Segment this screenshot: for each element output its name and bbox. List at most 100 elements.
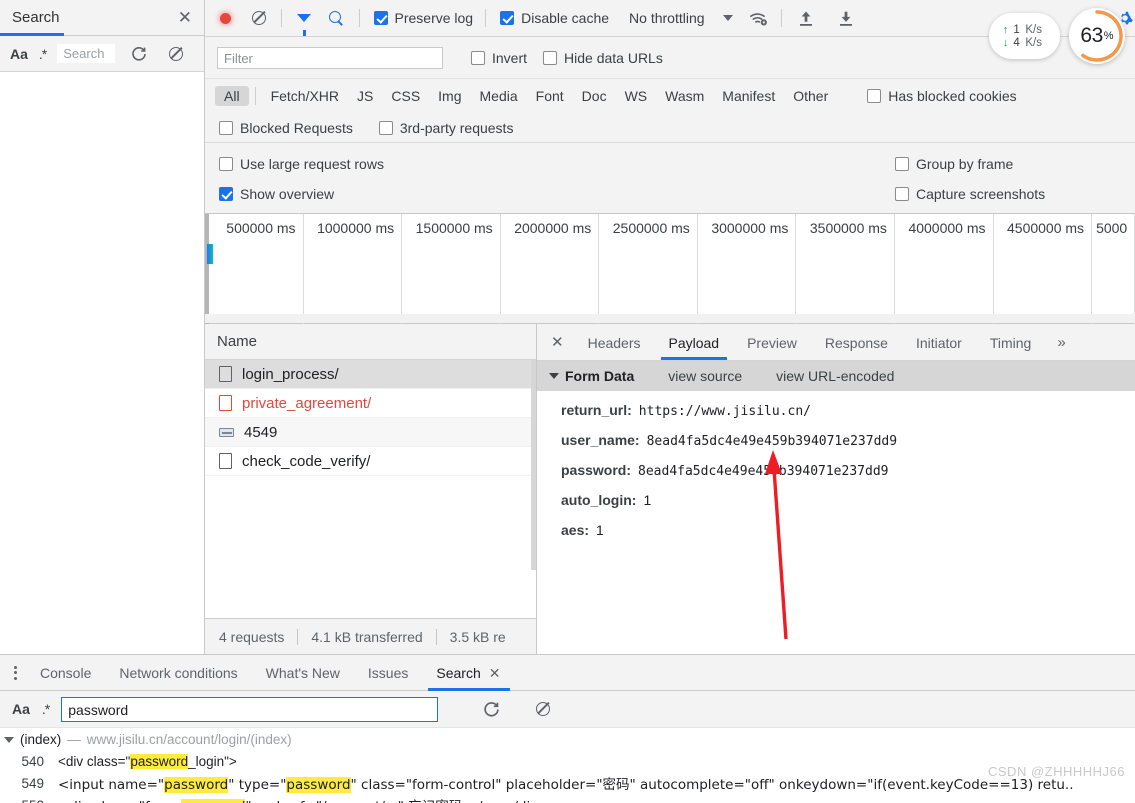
table-row[interactable]: check_code_verify/ <box>205 447 536 476</box>
table-row[interactable]: 4549 <box>205 418 536 447</box>
overview-scrollbar[interactable] <box>205 314 1135 323</box>
import-har-icon[interactable] <box>796 5 816 31</box>
capture-screenshots-box[interactable] <box>895 187 909 201</box>
type-filter-media[interactable]: Media <box>471 86 527 106</box>
hide-data-urls-box[interactable] <box>543 50 558 65</box>
search-icon[interactable] <box>326 5 346 31</box>
show-overview-box[interactable] <box>219 187 233 201</box>
wifi-gear-icon[interactable] <box>749 5 769 31</box>
tab-timing[interactable]: Timing <box>976 326 1046 359</box>
tab-network-conditions[interactable]: Network conditions <box>105 656 251 689</box>
tab-issues[interactable]: Issues <box>354 656 422 689</box>
form-field-value[interactable]: 1 <box>643 492 651 508</box>
preserve-log-box[interactable] <box>373 11 388 25</box>
match-case-icon[interactable]: Aa <box>12 701 30 717</box>
disable-cache-box[interactable] <box>500 11 515 25</box>
triangle-down-icon[interactable] <box>4 736 14 743</box>
table-row[interactable]: private_agreement/ <box>205 389 536 418</box>
search-input[interactable]: password <box>61 696 439 722</box>
type-filter-font[interactable]: Font <box>527 86 573 106</box>
regex-icon[interactable]: .* <box>42 701 50 717</box>
filter-input[interactable]: Filter <box>217 46 443 69</box>
request-list-scrollbar[interactable] <box>531 360 536 570</box>
refresh-icon[interactable] <box>478 696 504 722</box>
has-blocked-cookies-checkbox[interactable]: Has blocked cookies <box>867 88 1017 104</box>
throttling-select[interactable]: No throttling <box>629 10 704 26</box>
type-filter-manifest[interactable]: Manifest <box>713 86 784 106</box>
type-filter-fetchxhr[interactable]: Fetch/XHR <box>262 86 348 106</box>
tab-initiator[interactable]: Initiator <box>902 326 976 359</box>
tab-search[interactable]: Search ✕ <box>422 656 514 691</box>
type-filter-css[interactable]: CSS <box>382 86 429 106</box>
search-tab-label[interactable]: Search <box>12 9 60 26</box>
tab-preview[interactable]: Preview <box>733 326 811 359</box>
hide-data-urls-checkbox[interactable]: Hide data URLs <box>543 50 663 66</box>
tab-payload[interactable]: Payload <box>655 326 734 360</box>
search-input[interactable]: Search <box>57 44 116 63</box>
export-har-icon[interactable] <box>836 5 856 31</box>
third-party-requests-checkbox[interactable]: 3rd-party requests <box>378 120 513 136</box>
search-result-line[interactable]: 540 <div class="password_login"> <box>0 750 1135 772</box>
tab-console[interactable]: Console <box>26 656 105 689</box>
close-icon[interactable]: ✕ <box>178 9 192 26</box>
type-filter-other[interactable]: Other <box>784 86 837 106</box>
invert-checkbox[interactable]: Invert <box>471 50 527 66</box>
form-field-value[interactable]: 8ead4fa5dc4e49e459b394071e237dd9 <box>638 464 888 479</box>
preserve-log-checkbox[interactable]: Preserve log <box>373 10 473 26</box>
invert-box[interactable] <box>471 50 485 65</box>
image-icon <box>219 427 234 437</box>
view-url-encoded-link[interactable]: view URL-encoded <box>776 368 894 384</box>
watermark: CSDN @ZHHHHHJ66 <box>988 764 1125 779</box>
more-options-icon[interactable] <box>4 665 26 680</box>
use-large-rows-checkbox[interactable]: Use large request rows <box>219 156 384 172</box>
record-button[interactable] <box>215 5 235 31</box>
clear-icon[interactable] <box>530 696 556 722</box>
search-result-file[interactable]: (index) — www.jisilu.cn/account/login/(i… <box>0 729 1135 750</box>
match-case-icon[interactable]: Aa <box>10 46 28 62</box>
network-overview[interactable]: 500000 ms 1000000 ms 1500000 ms 2000000 … <box>205 214 1135 324</box>
chevron-down-icon[interactable] <box>722 15 733 21</box>
has-blocked-cookies-box[interactable] <box>867 89 882 103</box>
blocked-requests-checkbox[interactable]: Blocked Requests <box>219 120 353 136</box>
table-row[interactable]: login_process/ <box>205 360 536 389</box>
show-overview-checkbox[interactable]: Show overview <box>219 186 334 202</box>
upload-value: 1 <box>1013 23 1020 36</box>
network-status-bar: 4 requests 4.1 kB transferred 3.5 kB re <box>205 618 537 654</box>
tab-headers[interactable]: Headers <box>574 326 655 359</box>
capture-screenshots-checkbox[interactable]: Capture screenshots <box>895 186 1045 202</box>
clear-button[interactable] <box>249 5 269 31</box>
type-filter-wasm[interactable]: Wasm <box>656 86 713 106</box>
form-data-section-header[interactable]: Form Data view source view URL-encoded <box>537 361 1135 391</box>
tab-whats-new[interactable]: What's New <box>252 656 354 689</box>
type-filter-ws[interactable]: WS <box>616 86 657 106</box>
type-filter-all[interactable]: All <box>215 86 249 106</box>
form-field-value[interactable]: 1 <box>596 522 604 538</box>
clear-icon[interactable] <box>163 41 189 67</box>
group-by-frame-checkbox[interactable]: Group by frame <box>895 156 1013 172</box>
filter-icon[interactable] <box>294 5 314 36</box>
close-icon[interactable]: ✕ <box>547 333 574 351</box>
chevron-double-right-icon[interactable]: » <box>1049 334 1073 351</box>
group-by-frame-box[interactable] <box>895 157 909 171</box>
search-results-list: (index) — www.jisilu.cn/account/login/(i… <box>0 728 1135 803</box>
form-field-value[interactable]: https://www.jisilu.cn/ <box>639 404 811 419</box>
overview-window-handle[interactable] <box>205 214 209 324</box>
search-result-line[interactable]: 549 <input name="password" type="passwor… <box>0 772 1135 794</box>
third-party-requests-box[interactable] <box>378 120 393 135</box>
tab-response[interactable]: Response <box>811 326 902 359</box>
type-filter-js[interactable]: JS <box>348 86 382 106</box>
refresh-icon[interactable] <box>126 41 152 67</box>
use-large-rows-box[interactable] <box>219 157 233 171</box>
form-field-value[interactable]: 8ead4fa5dc4e49e459b394071e237dd9 <box>647 434 897 449</box>
type-filter-doc[interactable]: Doc <box>573 86 616 106</box>
search-result-line[interactable]: 553 <div class="form-password" code=f="/… <box>0 794 1135 803</box>
close-icon[interactable]: ✕ <box>489 665 501 681</box>
blocked-requests-box[interactable] <box>219 120 233 135</box>
cpu-usage-gauge: 63 % <box>1069 8 1125 64</box>
regex-icon[interactable]: .* <box>39 46 47 62</box>
request-list-header[interactable]: Name <box>205 324 536 360</box>
type-filter-img[interactable]: Img <box>429 86 470 106</box>
view-source-link[interactable]: view source <box>668 368 742 384</box>
triangle-down-icon[interactable] <box>549 373 559 379</box>
disable-cache-checkbox[interactable]: Disable cache <box>500 10 609 26</box>
